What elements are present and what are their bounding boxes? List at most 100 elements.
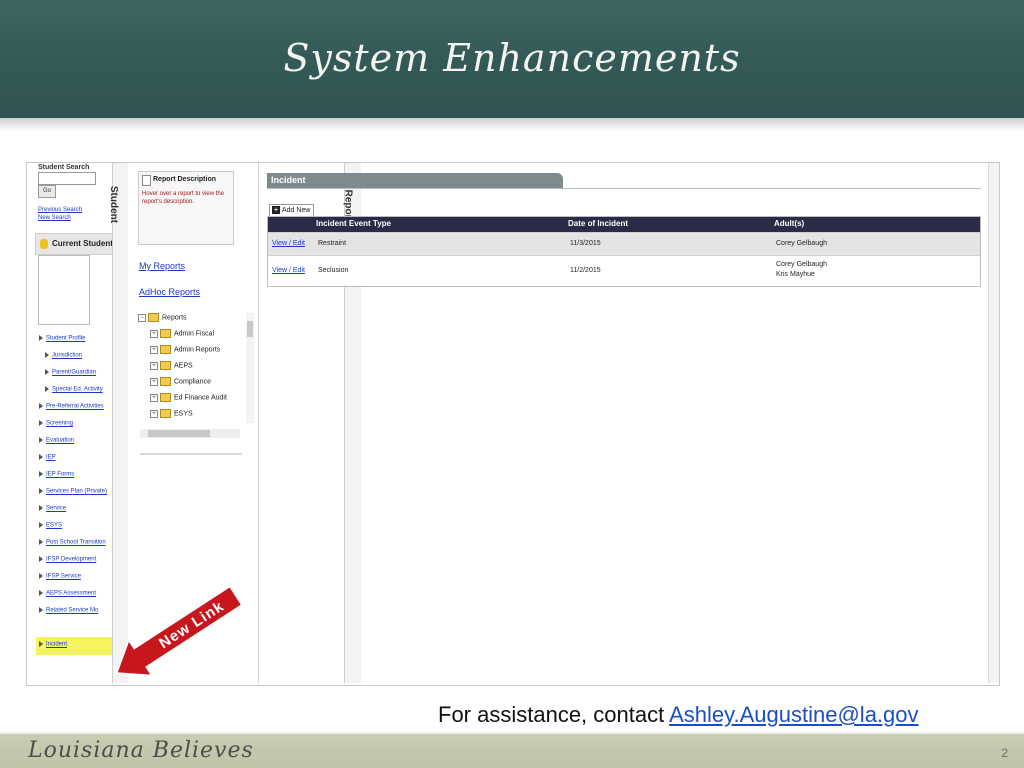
view-edit-link[interactable]: View / Edit — [272, 267, 305, 274]
expand-arrow-icon — [45, 369, 49, 375]
tree-item[interactable]: + Compliance — [150, 377, 211, 386]
adhoc-reports-link[interactable]: AdHoc Reports — [139, 287, 200, 297]
incident-tab[interactable]: Incident — [267, 173, 563, 188]
nav-esys[interactable]: ESYS — [39, 522, 62, 529]
nav-aeps-assessment[interactable]: AEPS Assessment — [39, 590, 96, 597]
incident-adult: Corey Gelbaugh — [776, 240, 827, 247]
nav-label: IEP Forms — [46, 471, 75, 478]
scroll-thumb[interactable] — [148, 430, 210, 437]
expand-arrow-icon — [39, 522, 43, 528]
expand-arrow-icon — [45, 386, 49, 392]
nav-label: Post School Transition — [46, 539, 106, 546]
nav-label: ESYS — [46, 522, 63, 529]
tree-label: Reports — [162, 314, 187, 322]
nav-label: Parent/Guardian — [52, 369, 97, 376]
nav-related-service[interactable]: Related Service Mo — [39, 607, 98, 614]
plus-icon: + — [272, 205, 280, 215]
nav-label: AEPS Assessment — [46, 590, 97, 597]
nav-services-plan[interactable]: Services Plan (Private) — [39, 488, 107, 495]
expand-icon: + — [150, 329, 158, 338]
table-row: View / Edit Seclusion 11/2/2015 Corey Ge… — [268, 255, 980, 286]
collapse-icon: − — [138, 313, 146, 322]
folder-icon — [160, 345, 171, 354]
nav-iep[interactable]: IEP — [39, 454, 56, 461]
nav-ifsp-service[interactable]: IFSP Service — [39, 573, 81, 580]
tree-item[interactable]: + Admin Fiscal — [150, 329, 214, 338]
divider — [267, 188, 981, 189]
page-scrollbar[interactable] — [988, 163, 999, 683]
scroll-thumb[interactable] — [247, 321, 253, 337]
expand-arrow-icon — [39, 335, 43, 341]
incident-type: Seclusion — [318, 267, 349, 274]
expand-arrow-icon — [39, 607, 43, 613]
nav-label: IFSP Development — [46, 556, 97, 563]
nav-service[interactable]: Service — [39, 505, 66, 512]
expand-arrow-icon — [45, 352, 49, 358]
tree-label: Admin Fiscal — [174, 330, 215, 338]
nav-label: Evaluation — [46, 437, 75, 444]
go-button[interactable]: Go — [38, 185, 56, 198]
expand-arrow-icon — [39, 403, 43, 409]
previous-search-link[interactable]: Previous Search — [38, 207, 82, 213]
nav-jurisdiction[interactable]: Jurisdiction — [45, 352, 82, 359]
nav-incident[interactable]: Incident — [39, 641, 67, 648]
expand-icon: + — [150, 345, 158, 354]
nav-evaluation[interactable]: Evaluation — [39, 437, 74, 444]
student-search-input[interactable] — [38, 172, 96, 185]
expand-arrow-icon — [39, 488, 43, 494]
nav-special-ed-activity[interactable]: Special Ed. Activity — [45, 386, 103, 393]
expand-icon: + — [150, 377, 158, 386]
report-description-text: Hover over a report to view the report's… — [142, 191, 225, 205]
student-tab-label: Student — [108, 185, 120, 224]
current-student-label: Current Student — [52, 239, 113, 248]
new-search-link[interactable]: New Search — [38, 215, 71, 221]
tree-label: Ed Finance Audit — [174, 394, 227, 402]
expand-arrow-icon — [39, 420, 43, 426]
expand-icon: + — [150, 393, 158, 402]
folder-icon — [160, 329, 171, 338]
footer-brand: Louisiana Believes — [28, 738, 254, 763]
my-reports-link[interactable]: My Reports — [139, 261, 185, 271]
chalkboard-header: System Enhancements — [0, 0, 1024, 134]
tree-vertical-scrollbar[interactable] — [246, 313, 254, 423]
incident-date: 11/2/2015 — [570, 267, 601, 274]
nav-label: Service — [46, 505, 67, 512]
nav-label: IEP — [46, 454, 56, 461]
tree-horizontal-scrollbar[interactable] — [140, 429, 240, 438]
nav-post-school-transition[interactable]: Post School Transition — [39, 539, 106, 546]
nav-parent-guardian[interactable]: Parent/Guardian — [45, 369, 96, 376]
tree-label: Admin Reports — [174, 346, 221, 354]
nav-student-profile[interactable]: Student Profile — [39, 335, 85, 342]
tree-item[interactable]: + Ed Finance Audit — [150, 393, 227, 402]
expand-arrow-icon — [39, 505, 43, 511]
expand-arrow-icon — [39, 573, 43, 579]
student-icon — [40, 238, 48, 249]
expand-arrow-icon — [39, 454, 43, 460]
assistance-email-link[interactable]: Ashley.Augustine@la.gov — [669, 702, 918, 727]
nav-ifsp-development[interactable]: IFSP Development — [39, 556, 96, 563]
tree-item[interactable]: + ESYS — [150, 409, 193, 418]
table-header: Incident Event Type Date of Incident Adu… — [268, 217, 980, 232]
callout-label: New Link — [156, 598, 227, 652]
tree-label: ESYS — [174, 410, 193, 418]
tree-item[interactable]: + AEPS — [150, 361, 193, 370]
nav-screening[interactable]: Screening — [39, 420, 73, 427]
report-description-box: Report Description Hover over a report t… — [138, 171, 234, 245]
tree-root[interactable]: − Reports — [138, 313, 187, 322]
tree-item[interactable]: + Admin Reports — [150, 345, 220, 354]
document-icon — [142, 175, 151, 186]
nav-pre-referral[interactable]: Pre-Referral Activities — [39, 403, 104, 410]
expand-arrow-icon — [39, 590, 43, 596]
column-header: Incident Event Type — [316, 219, 391, 228]
student-search-label: Student Search — [38, 164, 90, 171]
folder-icon — [148, 313, 159, 322]
folder-icon — [160, 393, 171, 402]
expand-icon: + — [150, 361, 158, 370]
view-edit-link[interactable]: View / Edit — [272, 240, 305, 247]
nav-label: Incident — [46, 641, 68, 648]
nav-iep-forms[interactable]: IEP Forms — [39, 471, 74, 478]
report-description-title: Report Description — [153, 176, 217, 183]
add-new-label: Add New — [282, 207, 311, 214]
tree-label: Compliance — [174, 378, 211, 386]
nav-label: Pre-Referral Activities — [46, 403, 104, 410]
